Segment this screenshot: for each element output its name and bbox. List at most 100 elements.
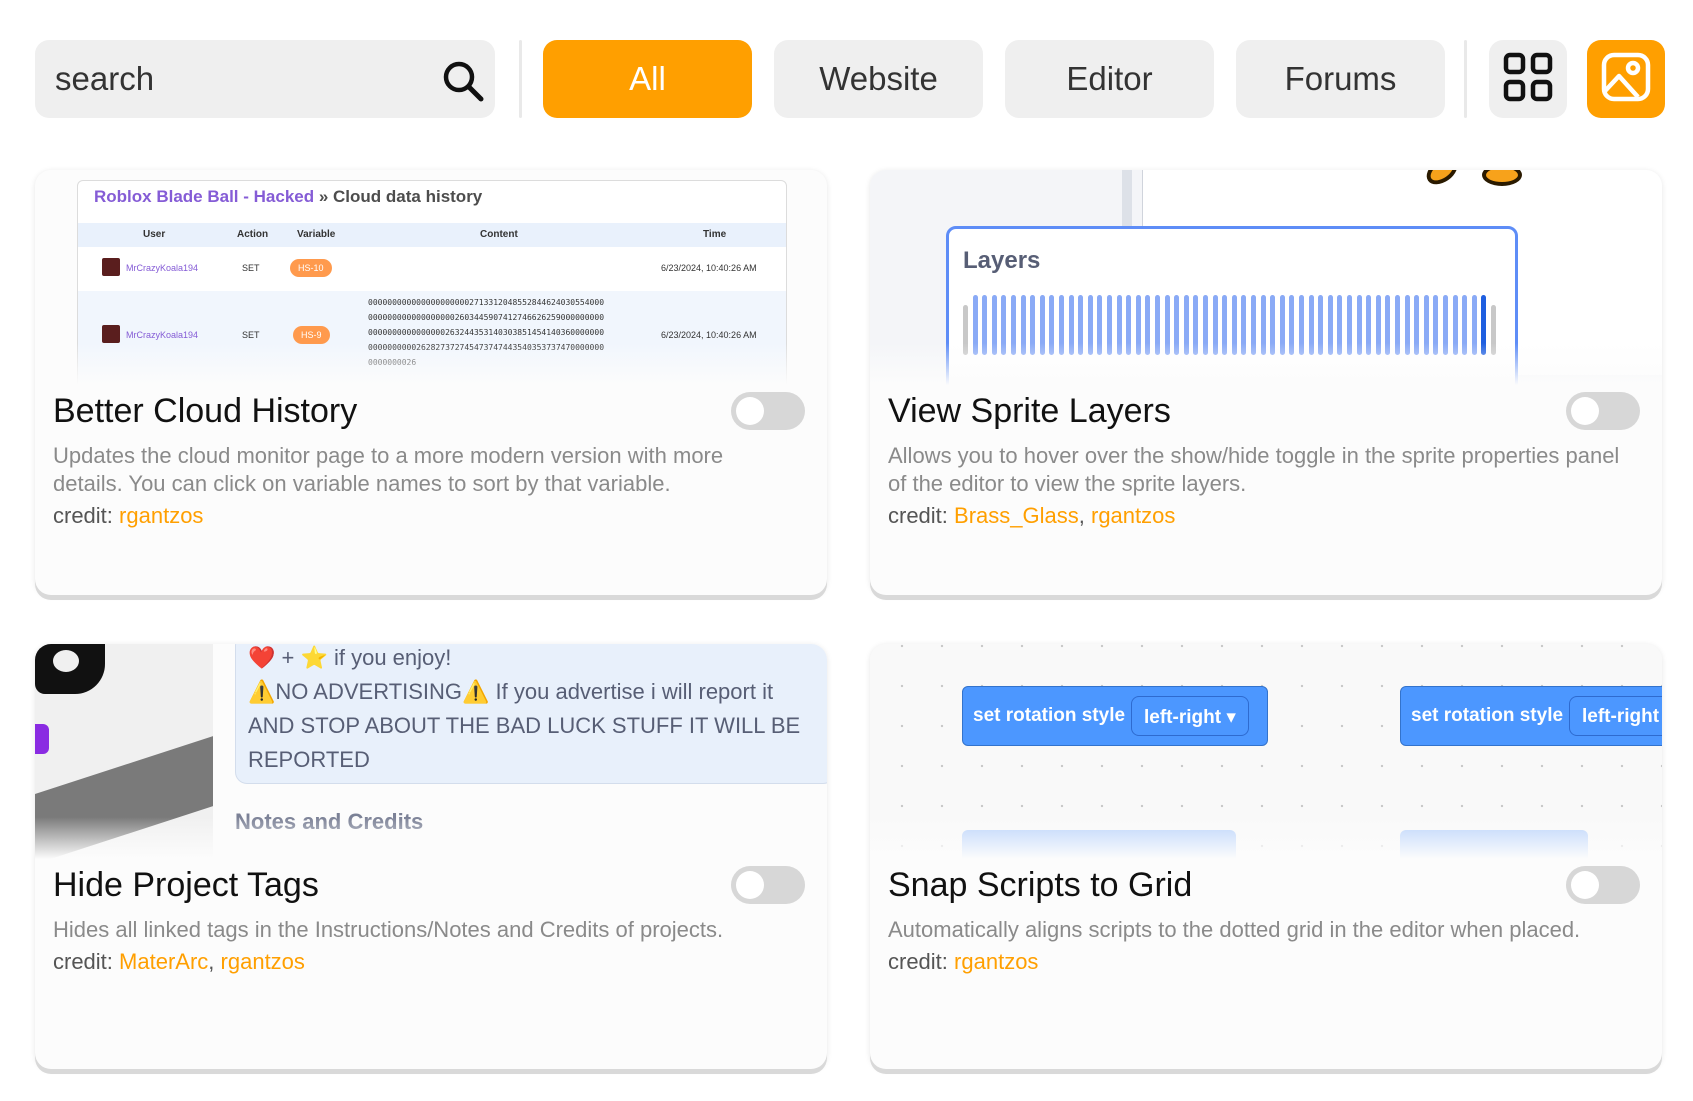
- layer-bar: [1299, 295, 1304, 355]
- layer-bar: [1049, 295, 1055, 355]
- layer-bar: [1289, 295, 1295, 355]
- card-title: Hide Project Tags: [53, 866, 319, 904]
- layer-bar: [1395, 295, 1400, 355]
- card-credit: credit: Brass_Glass, rgantzos: [888, 503, 1176, 528]
- credit-link[interactable]: rgantzos: [221, 949, 305, 974]
- card-title: Better Cloud History: [53, 392, 358, 430]
- grid-view-button[interactable]: [1489, 40, 1567, 118]
- toggle-knob: [1571, 871, 1599, 899]
- credit-link[interactable]: MaterArc: [119, 949, 208, 974]
- layers-label: Layers: [963, 247, 1041, 274]
- variable-pill: HS-9: [293, 326, 330, 344]
- card-title: Snap Scripts to Grid: [888, 866, 1193, 904]
- layer-bar: [1375, 295, 1381, 355]
- filter-all-button[interactable]: All: [543, 40, 752, 118]
- table-header: User Action Variable Content Time: [78, 223, 786, 247]
- card-preview-image: Layers: [870, 170, 1662, 385]
- card-preview-image: Roblox Blade Ball - Hacked » Cloud data …: [35, 170, 827, 385]
- layer-bar: [1222, 295, 1228, 355]
- table-row: MrCrazyKoala194 SET HS-9 000000000000000…: [78, 291, 786, 385]
- toggle-knob: [736, 397, 764, 425]
- card-credit: credit: rgantzos: [888, 949, 1039, 974]
- script-block: set rotation style left-right: [1400, 686, 1662, 746]
- layer-bar: [1097, 295, 1103, 355]
- layer-bar: [1279, 295, 1285, 355]
- dropdown: left-right: [1569, 696, 1662, 736]
- layer-bar: [1231, 295, 1237, 355]
- layer-bar: [1347, 295, 1352, 355]
- layer-bar: [1270, 295, 1276, 355]
- layer-bar: [1212, 295, 1218, 355]
- avatar: [102, 325, 120, 343]
- script-block: set rotation style left-right ▾: [962, 686, 1268, 746]
- image-view-button[interactable]: [1587, 40, 1665, 118]
- layer-bar: [1001, 295, 1007, 355]
- card-description: Hides all linked tags in the Instruction…: [53, 917, 724, 942]
- card-description: Allows you to hover over the show/hide t…: [888, 443, 1620, 496]
- layer-bar: [1327, 295, 1333, 355]
- layer-bar: [1183, 295, 1189, 355]
- enable-toggle[interactable]: [1566, 866, 1640, 904]
- addon-card-view-sprite-layers: Layers View Sprite Layers Allows you to …: [870, 170, 1662, 595]
- layer-bar: [1078, 295, 1084, 355]
- credit-link[interactable]: rgantzos: [1091, 503, 1175, 528]
- layer-bar: [1087, 295, 1093, 355]
- layer-bar: [1443, 295, 1448, 355]
- card-credit: credit: MaterArc, rgantzos: [53, 949, 305, 974]
- layer-bar: [1174, 295, 1180, 355]
- toolbar-divider: [1464, 40, 1467, 118]
- layer-bar: [1155, 295, 1160, 355]
- credit-link[interactable]: rgantzos: [954, 949, 1038, 974]
- layer-bar: [1107, 295, 1112, 355]
- cloud-content: 0000000000000000000002713312048552844624…: [368, 298, 605, 367]
- credit-link[interactable]: rgantzos: [119, 503, 203, 528]
- toolbar: All Website Editor Forums: [35, 40, 1665, 118]
- image-icon: [1600, 51, 1652, 108]
- layer-bar: [982, 295, 988, 355]
- avatar: [102, 258, 120, 276]
- layer-bar: [1481, 295, 1487, 355]
- enable-toggle[interactable]: [731, 866, 805, 904]
- layer-bar: [1164, 295, 1170, 355]
- filter-website-button[interactable]: Website: [774, 40, 983, 118]
- enable-toggle[interactable]: [1566, 392, 1640, 430]
- search-icon[interactable]: [441, 59, 485, 103]
- layer-bar: [1068, 295, 1074, 355]
- filter-forums-button[interactable]: Forums: [1236, 40, 1445, 118]
- grid-icon: [1503, 52, 1553, 107]
- layer-bar: [1414, 295, 1420, 355]
- dotted-grid-preview: [870, 644, 1662, 859]
- layer-bars: [963, 295, 1503, 355]
- layer-bar: [991, 295, 997, 355]
- credit-link[interactable]: Brass_Glass: [954, 503, 1079, 528]
- addon-card-snap-scripts-to-grid: set rotation style left-right ▾ set rota…: [870, 644, 1662, 1069]
- addon-card-better-cloud-history: Roblox Blade Ball - Hacked » Cloud data …: [35, 170, 827, 595]
- layer-bar: [1452, 295, 1458, 355]
- layer-bar: [1241, 295, 1247, 355]
- layer-bar: [1471, 295, 1477, 355]
- card-preview-image: ❤️ + ⭐ if you enjoy! ⚠️NO ADVERTISING⚠️ …: [35, 644, 827, 859]
- layer-bar: [1385, 295, 1391, 355]
- layer-bar: [1251, 295, 1256, 355]
- layer-bar: [1308, 295, 1314, 355]
- breadcrumb: Roblox Blade Ball - Hacked » Cloud data …: [94, 187, 483, 206]
- layer-bar: [1404, 295, 1410, 355]
- layer-bar: [1126, 295, 1132, 355]
- layer-bar: [1193, 295, 1199, 355]
- filter-editor-button[interactable]: Editor: [1005, 40, 1214, 118]
- search-input[interactable]: [55, 40, 435, 118]
- layer-bar: [1366, 295, 1372, 355]
- layer-bar: [963, 305, 968, 355]
- layer-bar: [1462, 295, 1468, 355]
- enable-toggle[interactable]: [731, 392, 805, 430]
- toggle-knob: [736, 871, 764, 899]
- card-title: View Sprite Layers: [888, 392, 1171, 430]
- layer-bar: [972, 295, 978, 355]
- layer-bar: [1318, 295, 1324, 355]
- addon-card-hide-project-tags: ❤️ + ⭐ if you enjoy! ⚠️NO ADVERTISING⚠️ …: [35, 644, 827, 1069]
- search-box[interactable]: [35, 40, 495, 118]
- card-description: Automatically aligns scripts to the dott…: [888, 917, 1581, 942]
- instructions-box: ❤️ + ⭐ if you enjoy! ⚠️NO ADVERTISING⚠️ …: [235, 644, 827, 784]
- project-thumbnail: [35, 644, 213, 859]
- card-preview-image: set rotation style left-right ▾ set rota…: [870, 644, 1662, 859]
